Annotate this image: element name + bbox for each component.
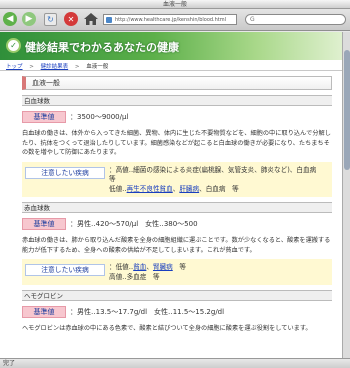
rbc-description: 赤血球の働きは、肺から取り込んだ酸素を全身の細胞組織に運ぶことです。数が少なくな… <box>22 237 331 254</box>
rbc-high-value-text: 高値‥多血症 等 <box>109 272 160 281</box>
wbc-reference-label: 基準値 <box>22 111 66 123</box>
rbc-heading: 赤血球数 <box>22 202 332 213</box>
wbc-reference-value: ：3500〜9000/μl <box>70 113 129 121</box>
site-favicon-icon <box>106 17 112 23</box>
hb-reference-value: ：男性‥13.5〜17.7g/dl 女性‥11.5〜15.2g/dl <box>70 308 225 316</box>
google-search-icon: G <box>250 16 255 23</box>
rbc-reference-value: ：男性‥420〜570/μl 女性‥380〜500 <box>70 220 198 228</box>
rbc-low-separator: 、 <box>146 263 153 271</box>
address-bar[interactable]: http://www.healthcare.jp/kenshin/blood.h… <box>103 14 237 25</box>
rbc-reference-row: 基準値 ：男性‥420〜570/μl 女性‥380〜500 <box>22 217 332 231</box>
scrollbar-thumb[interactable] <box>344 50 350 170</box>
site-title: 健診結果でわかるあなたの健康 <box>25 41 179 54</box>
forward-arrow-icon: ▶ <box>25 14 33 24</box>
hb-reference-row: 基準値 ：男性‥13.5〜17.7g/dl 女性‥11.5〜15.2g/dl <box>22 305 332 319</box>
window-title: 血液一般 <box>0 0 350 9</box>
wbc-reference-row: 基準値 ：3500〜9000/μl <box>22 110 332 124</box>
hb-description: ヘモグロビンは赤血球の中にある色素で、酸素と結びついて全身の細胞に酸素を運ぶ役割… <box>22 325 312 332</box>
page-viewport: ✓ 健診結果でわかるあなたの健康 トップ > 健診結果表 > 血液一般 血液一般… <box>0 32 342 358</box>
wbc-high-value-text: ：高値‥細菌の感染による炎症(扁桃腺、気管支炎、肺炎など)、白血病 等 <box>109 165 323 184</box>
back-arrow-icon: ◀ <box>6 14 14 24</box>
wbc-low-prefix: 低値‥ <box>109 184 127 193</box>
wbc-heading: 白血球数 <box>22 95 332 106</box>
browser-toolbar: ◀ ▶ ↻ ✕ http://www.healthcare.jp/kenshin… <box>0 9 350 31</box>
reload-icon: ↻ <box>47 15 54 24</box>
wbc-low-suffix: 、白血病 等 <box>199 184 239 193</box>
anemia-link[interactable]: 貧血 <box>133 263 146 271</box>
rbc-disease-box: 注意したい疾病 ：低値‥貧血、腎臓病 等 高値‥多血症 等 <box>22 259 332 285</box>
hb-reference-label: 基準値 <box>22 306 66 318</box>
aplastic-anemia-link[interactable]: 再生不良性貧血 <box>127 185 173 193</box>
forward-button[interactable]: ▶ <box>22 12 36 26</box>
rbc-low-value-line: ：低値‥貧血、腎臓病 等 <box>109 263 186 273</box>
wbc-description: 白血球の働きは、体外から入ってきた細菌、異物、体内に生じた不要物質などを、細胞の… <box>22 130 331 156</box>
page-title: 血液一般 <box>22 76 332 90</box>
site-banner: ✓ 健診結果でわかるあなたの健康 <box>0 32 342 60</box>
site-logo-icon: ✓ <box>6 38 21 53</box>
search-field[interactable]: G <box>245 14 346 25</box>
stop-button[interactable]: ✕ <box>64 12 78 26</box>
liver-disease-link[interactable]: 肝臓病 <box>179 185 199 193</box>
home-icon <box>84 13 98 25</box>
rbc-reference-label: 基準値 <box>22 218 66 230</box>
vertical-scrollbar[interactable] <box>342 32 350 358</box>
rbc-disease-label: 注意したい疾病 <box>25 264 105 276</box>
back-button[interactable]: ◀ <box>3 12 17 26</box>
wbc-low-value-line: 低値‥再生不良性貧血、肝臓病、白血病 等 <box>109 185 329 195</box>
breadcrumb: トップ > 健診結果表 > 血液一般 <box>6 62 108 70</box>
address-text: http://www.healthcare.jp/kenshin/blood.h… <box>115 17 227 23</box>
wbc-disease-list: ：高値‥細菌の感染による炎症(扁桃腺、気管支炎、肺炎など)、白血病 等 低値‥再… <box>109 166 329 195</box>
rbc-low-suffix: 等 <box>172 263 186 271</box>
stop-icon: ✕ <box>67 14 75 24</box>
home-button[interactable] <box>84 13 98 25</box>
status-bar: 完了 <box>0 358 350 368</box>
main-content: 血液一般 白血球数 基準値 ：3500〜9000/μl 白血球の働きは、体外から… <box>22 76 332 334</box>
rbc-disease-list: ：低値‥貧血、腎臓病 等 高値‥多血症 等 <box>109 263 186 282</box>
rbc-low-prefix: ：低値‥ <box>109 263 134 271</box>
reload-button[interactable]: ↻ <box>44 13 57 26</box>
hb-heading: ヘモグロビン <box>22 290 332 301</box>
kidney-disease-link[interactable]: 腎臓病 <box>153 263 173 271</box>
wbc-disease-label: 注意したい疾病 <box>25 166 105 179</box>
wbc-disease-box: 注意したい疾病 ：高値‥細菌の感染による炎症(扁桃腺、気管支炎、肺炎など)、白血… <box>22 161 332 197</box>
breadcrumb-divider <box>0 70 342 71</box>
